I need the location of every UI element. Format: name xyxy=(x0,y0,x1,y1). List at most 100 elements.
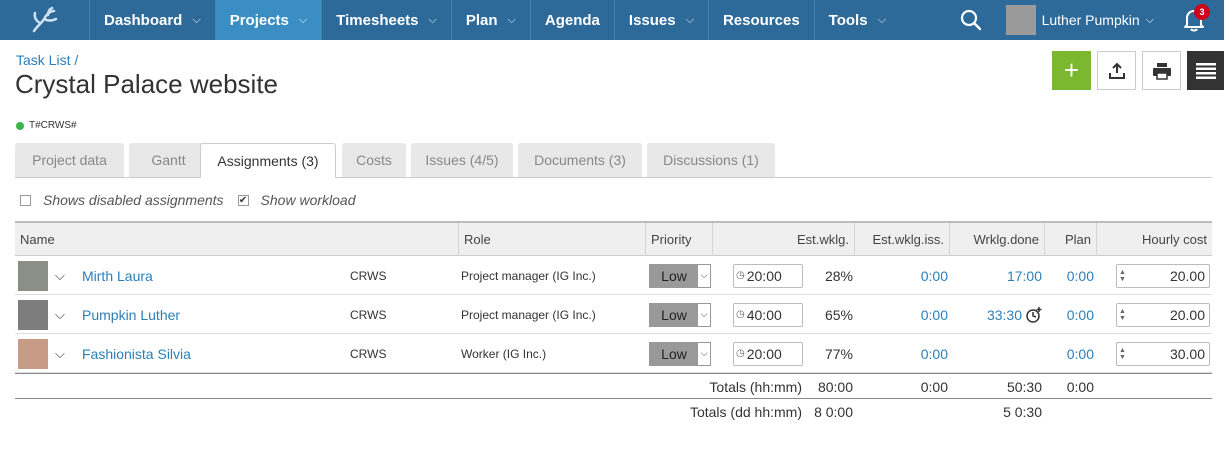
nav-timesheets-label: Timesheets xyxy=(336,11,419,29)
workload-percent: 77% xyxy=(824,345,853,362)
nav-projects-label: Projects xyxy=(229,11,289,29)
printer-icon xyxy=(1152,62,1171,80)
tab-costs[interactable]: Costs xyxy=(342,143,406,177)
chevron-down-icon: ⌵ xyxy=(507,13,516,26)
hourly-cost-input[interactable]: ▲ ▼ 20.00 xyxy=(1116,263,1210,288)
total-est-wklg: 8 0:00 xyxy=(814,404,853,420)
print-button[interactable] xyxy=(1142,51,1181,90)
project-code-cell: CRWS xyxy=(350,346,387,361)
show-workload-checkbox[interactable]: ✔ xyxy=(237,194,249,206)
priority-select[interactable]: Low ⌵ xyxy=(649,302,711,327)
role-cell: Worker (IG Inc.) xyxy=(461,346,547,361)
chevron-down-icon[interactable]: ⌵ xyxy=(55,256,65,295)
col-wrklg-done[interactable]: Wrklg.done xyxy=(950,223,1045,256)
nav-agenda-label: Agenda xyxy=(544,11,600,29)
plan-link[interactable]: 0:00 xyxy=(1050,334,1094,373)
plan-link[interactable]: 0:00 xyxy=(1050,256,1094,295)
est-wklg-iss-link[interactable]: 0:00 xyxy=(860,256,948,295)
col-priority[interactable]: Priority xyxy=(646,223,713,256)
show-disabled-checkbox[interactable] xyxy=(20,194,31,206)
spinner-icon: ▲ ▼ xyxy=(1119,346,1126,361)
table-header: Name Role Priority Est.wklg. Est.wklg.is… xyxy=(15,221,1212,256)
est-wklg-iss-link[interactable]: 0:00 xyxy=(860,295,948,334)
table-row: ⌵ Pumpkin Luther CRWS Project manager (I… xyxy=(15,295,1212,334)
nav-dashboard[interactable]: Dashboard ⌵ xyxy=(90,0,216,40)
est-wklg-input[interactable]: ◷ 20:00 xyxy=(733,263,803,288)
resource-name-link[interactable]: Mirth Laura xyxy=(82,268,153,284)
nav-agenda[interactable]: Agenda xyxy=(531,0,615,40)
priority-select[interactable]: Low ⌵ xyxy=(649,341,711,366)
col-name[interactable]: Name xyxy=(15,223,459,256)
export-button[interactable] xyxy=(1097,51,1136,90)
tab-project-data[interactable]: Project data xyxy=(15,143,124,177)
resource-name-link[interactable]: Pumpkin Luther xyxy=(82,307,180,323)
assignments-table: Name Role Priority Est.wklg. Est.wklg.is… xyxy=(15,221,1212,425)
nav-issues[interactable]: Issues ⌵ xyxy=(615,0,709,40)
chevron-down-icon: ⌵ xyxy=(685,13,694,26)
breadcrumb[interactable]: Task List / xyxy=(16,52,78,68)
add-worklog-button[interactable] xyxy=(1025,295,1043,334)
col-role[interactable]: Role xyxy=(459,223,646,256)
app-logo[interactable] xyxy=(0,0,90,40)
tab-label: Assignments (3) xyxy=(217,152,319,169)
totals-label: Totals (dd hh:mm) xyxy=(689,404,802,420)
chevron-down-icon[interactable]: ⌵ xyxy=(55,334,65,373)
chevron-down-icon: ⌵ xyxy=(1145,13,1154,26)
est-wklg-value: 40:00 xyxy=(746,306,782,323)
notification-badge: 3 xyxy=(1194,4,1210,20)
role-cell: Project manager (IG Inc.) xyxy=(461,307,596,322)
hamburger-icon xyxy=(1195,62,1216,79)
chevron-down-icon: ⌵ xyxy=(428,13,437,26)
col-est-wklg[interactable]: Est.wklg. xyxy=(713,223,855,256)
nav-resources[interactable]: Resources xyxy=(709,0,815,40)
col-plan[interactable]: Plan xyxy=(1045,223,1097,256)
totals-ddhhmm-row: Totals (dd hh:mm) 8 0:00 5 0:30 xyxy=(15,399,1212,425)
est-wklg-iss-link[interactable]: 0:00 xyxy=(860,334,948,373)
resource-name-link[interactable]: Fashionista Silvia xyxy=(82,346,191,362)
est-wklg-input[interactable]: ◷ 40:00 xyxy=(733,302,803,327)
top-nav-bar: Dashboard ⌵ Projects ⌵ Timesheets ⌵ Plan ⌵ A… xyxy=(0,0,1224,40)
chevron-down-icon[interactable]: ⌵ xyxy=(55,295,65,334)
project-code-cell: CRWS xyxy=(350,268,387,283)
hourly-cost-input[interactable]: ▲ ▼ 30.00 xyxy=(1116,341,1210,366)
user-menu[interactable]: Luther Pumpkin ⌵ xyxy=(996,0,1164,40)
priority-select[interactable]: Low ⌵ xyxy=(649,263,711,288)
wrklg-done-link[interactable]: 17:00 xyxy=(955,256,1042,295)
plan-link[interactable]: 0:00 xyxy=(1050,295,1094,334)
tab-gantt[interactable]: Gantt xyxy=(129,143,208,177)
tab-issues[interactable]: Issues (4/5) xyxy=(411,143,513,177)
chevron-down-icon: ⌵ xyxy=(698,264,710,287)
wrklg-done-link[interactable]: 33:30 xyxy=(955,295,1022,334)
workload-percent: 65% xyxy=(824,306,853,323)
project-code: T#CRWS# xyxy=(16,120,77,131)
nav-timesheets[interactable]: Timesheets ⌵ xyxy=(322,0,452,40)
tab-discussions[interactable]: Discussions (1) xyxy=(647,143,775,177)
notifications-button[interactable]: 3 xyxy=(1164,0,1224,40)
nav-tools[interactable]: Tools ⌵ xyxy=(815,0,900,40)
hourly-cost-value: 20.00 xyxy=(1169,267,1205,284)
search-button[interactable] xyxy=(946,0,996,40)
avatar xyxy=(18,338,48,369)
spinner-icon: ▲ ▼ xyxy=(1119,307,1126,322)
workload-percent: 28% xyxy=(824,267,853,284)
nav-tools-label: Tools xyxy=(828,11,868,29)
nav-plan[interactable]: Plan ⌵ xyxy=(452,0,531,40)
est-wklg-input[interactable]: ◷ 20:00 xyxy=(733,341,803,366)
wrklg-done-link[interactable] xyxy=(955,334,1042,373)
nav-dashboard-label: Dashboard xyxy=(104,11,183,29)
tab-documents[interactable]: Documents (3) xyxy=(518,143,642,177)
col-est-wklg-iss[interactable]: Est.wklg.iss. xyxy=(855,223,950,256)
nav-projects[interactable]: Projects ⌵ xyxy=(215,0,323,40)
col-hourly-cost[interactable]: Hourly cost xyxy=(1097,223,1212,256)
role-cell: Project manager (IG Inc.) xyxy=(461,268,596,283)
hourly-cost-value: 30.00 xyxy=(1169,345,1205,362)
menu-button[interactable] xyxy=(1187,51,1224,90)
total-est-wklg-iss: 0:00 xyxy=(920,379,948,395)
nav-issues-label: Issues xyxy=(628,11,676,29)
chevron-down-icon: ⌵ xyxy=(877,13,886,26)
hourly-cost-input[interactable]: ▲ ▼ 20.00 xyxy=(1116,302,1210,327)
total-wrklg-done: 5 0:30 xyxy=(1003,404,1042,420)
total-est-wklg: 80:00 xyxy=(817,379,853,395)
tab-assignments[interactable]: Assignments (3) xyxy=(200,143,336,178)
add-button[interactable]: + xyxy=(1052,51,1091,90)
